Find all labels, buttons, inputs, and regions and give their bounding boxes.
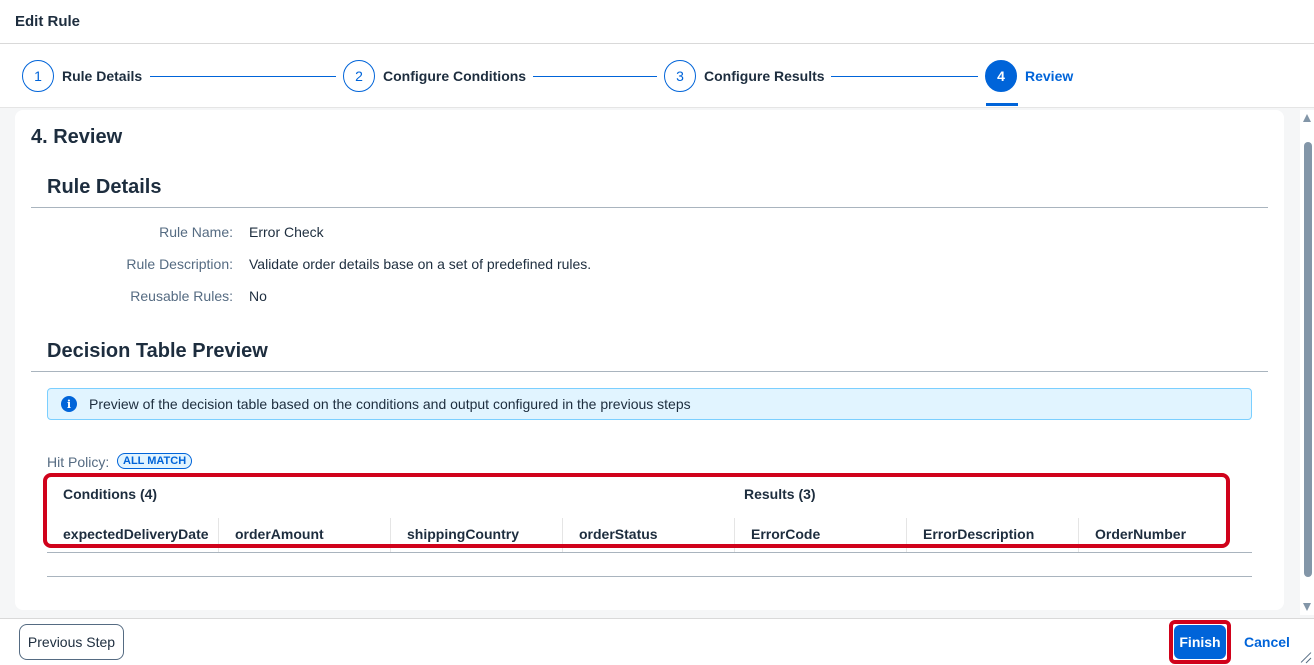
dialog-header: Edit Rule [0,0,1314,44]
column-header-shipping-country[interactable]: shippingCountry [391,518,563,552]
vertical-scrollbar[interactable] [1300,110,1314,615]
table-header-divider [47,552,1252,553]
dialog-footer: Previous Step Finish Cancel [0,618,1314,665]
section-divider [31,207,1268,208]
step-connector [533,76,657,77]
review-content: 4. Review Rule Details Rule Name: Error … [15,110,1284,610]
rule-name-label: Rule Name: [159,224,233,240]
rule-name-value: Error Check [249,224,324,240]
conditions-group-header: Conditions (4) [63,486,158,502]
step-label: Rule Details [62,68,143,84]
dialog-title: Edit Rule [15,13,81,30]
column-header-error-code[interactable]: ErrorCode [735,518,907,552]
table-bottom-divider [47,576,1252,577]
info-icon: i [61,396,77,412]
rule-description-value: Validate order details base on a set of … [249,256,592,272]
section-divider [31,371,1268,372]
previous-step-button[interactable]: Previous Step [19,624,124,660]
results-group-header: Results (3) [744,486,816,502]
hit-policy-badge: ALL MATCH [117,453,193,469]
step-label: Configure Results [704,68,825,84]
step-connector [831,76,978,77]
step-number: 4 [985,60,1017,92]
step-number: 2 [343,60,375,92]
column-header-order-amount[interactable]: orderAmount [219,518,391,552]
wizard-step-configure-results[interactable]: 3 Configure Results [664,60,825,92]
column-header-order-status[interactable]: orderStatus [563,518,735,552]
wizard-step-rule-details[interactable]: 1 Rule Details [22,60,143,92]
step-label: Review [1025,68,1074,84]
scroll-down-arrow-icon[interactable] [1303,603,1311,611]
column-header-error-description[interactable]: ErrorDescription [907,518,1079,552]
wizard-progress-bar: 1 Rule Details 2 Configure Conditions 3 … [0,44,1314,108]
step-label: Configure Conditions [383,68,527,84]
reusable-rules-label: Reusable Rules: [130,288,233,304]
scroll-up-arrow-icon[interactable] [1303,114,1311,122]
resize-handle-icon[interactable] [1300,651,1312,663]
page-title: 4. Review [31,126,123,148]
step-number: 3 [664,60,696,92]
rule-details-title: Rule Details [47,176,162,198]
reusable-rules-value: No [249,288,267,304]
step-connector [150,76,336,77]
wizard-step-review[interactable]: 4 Review [985,60,1074,92]
scrollbar-thumb[interactable] [1304,142,1312,577]
active-step-indicator [986,103,1018,106]
column-header-expected-delivery-date[interactable]: expectedDeliveryDate [47,518,219,552]
hit-policy-label: Hit Policy: [47,454,110,470]
info-message-strip: i Preview of the decision table based on… [47,388,1252,420]
column-header-order-number[interactable]: OrderNumber [1079,518,1252,552]
wizard-step-configure-conditions[interactable]: 2 Configure Conditions [343,60,527,92]
cancel-button[interactable]: Cancel [1238,625,1296,659]
decision-table-title: Decision Table Preview [47,340,268,362]
rule-description-label: Rule Description: [126,256,233,272]
finish-button[interactable]: Finish [1174,625,1226,659]
info-message-text: Preview of the decision table based on t… [89,396,691,412]
step-number: 1 [22,60,54,92]
